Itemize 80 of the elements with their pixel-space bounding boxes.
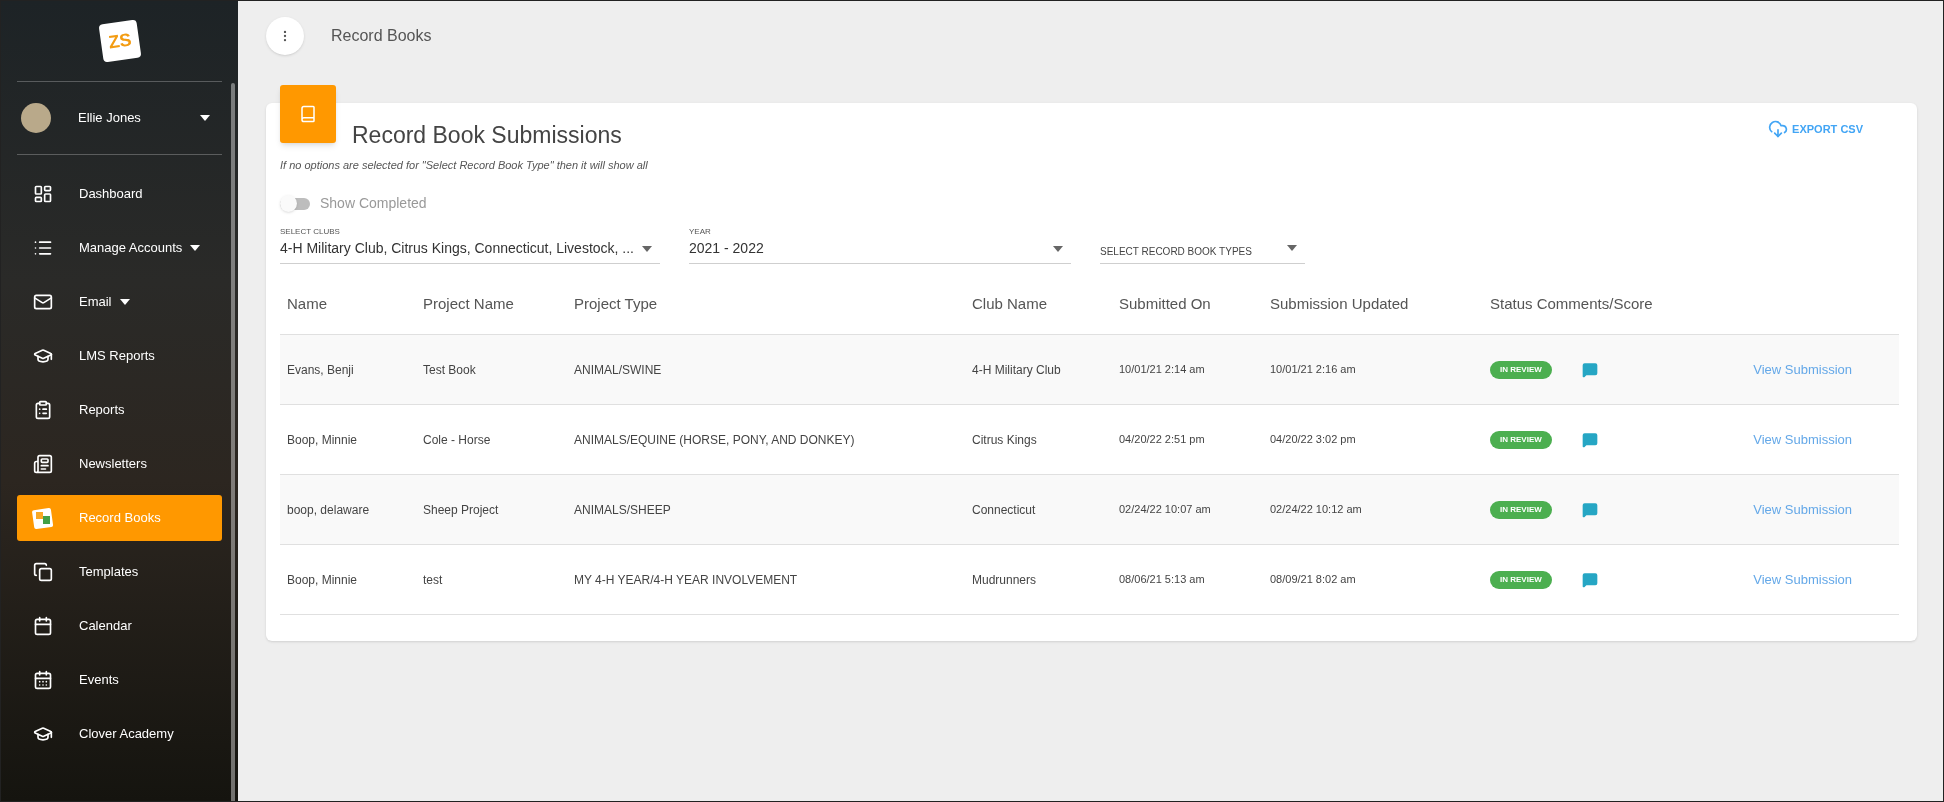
table-cell-text: Cole - Horse [423,431,492,449]
cloud-download-icon [1768,119,1789,139]
table-cell-text: 10/01/21 2:14 am [1119,362,1206,378]
graduation-cap-icon [33,724,53,744]
column-header: Submitted On [1119,293,1212,314]
caret-icon [1287,244,1297,251]
table-cell-text: Evans, Benji [287,361,355,379]
caret-icon [642,245,652,252]
table-cell-text: 02/24/22 10:07 am [1119,502,1212,518]
status-badge: IN REVIEW [1490,570,1552,589]
caret-icon [119,299,130,305]
calendar-icon [33,616,53,636]
table-cell-text: 02/24/22 10:12 am [1270,502,1363,518]
user-menu[interactable]: Ellie Jones [1,82,238,154]
dropdown-field[interactable]: SELECT RECORD BOOK TYPES [1100,236,1305,264]
nav-item[interactable]: Newsletters [17,441,222,487]
nav-item[interactable]: Clover Academy [17,711,222,757]
comment-icon[interactable] [1581,571,1598,588]
nav-item[interactable]: Templates [17,549,222,595]
nav-item[interactable]: LMS Reports [17,333,222,379]
status-badge: IN REVIEW [1490,430,1552,449]
nav-item[interactable]: Reports [17,387,222,433]
table-cell-text: Test Book [423,361,477,379]
column-header: Club Name [972,293,1049,314]
mail-icon [33,292,53,312]
nav-item[interactable]: Calendar [17,603,222,649]
table-cell-text: 08/09/21 8:02 am [1270,572,1357,588]
table-cell-text: MY 4-H YEAR/4-H YEAR INVOLVEMENT [574,571,799,589]
nav-item[interactable]: Dashboard [17,171,222,217]
table-cell-text: boop, delaware [287,501,371,519]
table-cell-text: Boop, Minnie [287,431,359,449]
dashboard-icon [33,184,53,204]
column-header: Submission Updated [1270,293,1410,314]
info-note: If no options are selected for "Select Record Book Type" then it will show all [280,157,649,173]
toggle-label: Show Completed [320,194,427,213]
clipboard-icon [33,400,53,420]
table-cell-text: Mudrunners [972,571,1038,589]
table-cell-text: 10/01/21 2:16 am [1270,362,1357,378]
graduation-cap-icon [33,346,53,366]
book-icon [299,105,317,123]
column-header: Status Comments/Score [1490,293,1654,314]
page-title: Record Books [331,26,432,46]
column-header: Name [287,293,328,314]
card-title: Record Book Submissions [352,121,622,150]
scrollbar[interactable] [231,83,235,801]
table-cell-text: 08/06/21 5:13 am [1119,572,1206,588]
nav-item[interactable]: Email [17,279,222,325]
comment-icon[interactable] [1581,361,1598,378]
table-cell-text: 04/20/22 3:02 pm [1270,432,1357,448]
comment-icon[interactable] [1581,431,1598,448]
caret-icon [190,245,201,251]
book-tile-icon [31,506,55,530]
status-badge: IN REVIEW [1490,500,1552,519]
table-cell-text: ANIMAL/SWINE [574,361,663,379]
table-cell-text: test [423,571,444,589]
newspaper-icon [33,454,53,474]
caret-icon [1053,245,1063,252]
table-cell-text: 04/20/22 2:51 pm [1119,432,1206,448]
toggle-switch[interactable] [280,197,310,210]
status-badge: IN REVIEW [1490,360,1552,379]
nav-item[interactable]: Events [17,657,222,703]
dropdown-field[interactable]: SELECT CLUBS 4-H Military Club, Citrus Kings, Connecticut, Livestock, ... [280,226,660,264]
table-cell-text: 4-H Military Club [972,361,1062,379]
nav-item[interactable]: Manage Accounts [17,225,222,271]
table-cell-text: Connecticut [972,501,1037,519]
list-icon [33,238,53,258]
app-logo: ZS [98,19,141,63]
column-header: Project Name [423,293,515,314]
column-header: Project Type [574,293,659,314]
dropdown-field[interactable]: YEAR 2021 - 2022 [689,226,1071,264]
table-cell-text: Citrus Kings [972,431,1038,449]
caret-icon [200,115,210,121]
avatar [21,103,51,133]
table-cell-text: Boop, Minnie [287,571,359,589]
calendar-icon [33,670,53,690]
copy-icon [33,562,53,582]
table-cell-text: Sheep Project [423,501,500,519]
comment-icon[interactable] [1581,501,1598,518]
table-cell-text: ANIMALS/SHEEP [574,501,672,519]
table-cell-text: ANIMALS/EQUINE (HORSE, PONY, AND DONKEY) [574,431,856,449]
